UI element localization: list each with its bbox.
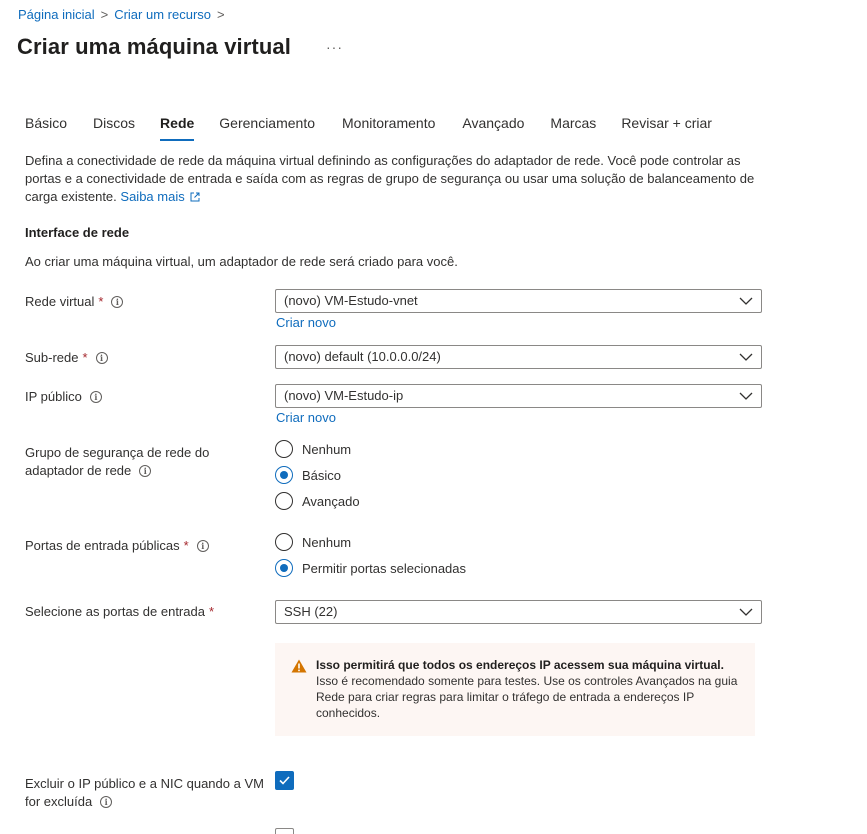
public-ip-create-new-link[interactable]: Criar novo — [276, 410, 336, 425]
public-ip-label: IP público i — [25, 388, 102, 406]
radio-button[interactable] — [275, 533, 293, 551]
chevron-down-icon — [739, 353, 753, 361]
tab-marcas[interactable]: Marcas — [550, 115, 596, 139]
public-ports-label: Portas de entrada públicas * i — [25, 537, 209, 555]
nsg-label: Grupo de segurança de rede do adaptador … — [25, 445, 210, 478]
radio-button[interactable] — [275, 440, 293, 458]
tab-basico[interactable]: Básico — [25, 115, 67, 139]
radio-button[interactable] — [275, 492, 293, 510]
warning-body: Isso é recomendado somente para testes. … — [316, 674, 738, 720]
tab-revisar-criar[interactable]: Revisar + criar — [621, 115, 712, 139]
breadcrumb: Página inicial > Criar um recurso > — [18, 7, 231, 22]
chevron-down-icon — [739, 297, 753, 305]
vnet-label: Rede virtual * i — [25, 293, 124, 311]
tab-description: Defina a conectividade de rede da máquin… — [25, 152, 765, 206]
nsg-option-basico[interactable]: Básico — [275, 466, 341, 484]
warning-message: Isso permitirá que todos os endereços IP… — [275, 643, 755, 736]
delete-ip-nic-checkbox[interactable] — [275, 771, 294, 790]
checkmark-icon — [279, 776, 290, 785]
tab-discos[interactable]: Discos — [93, 115, 135, 139]
public-ports-option-nenhum[interactable]: Nenhum — [275, 533, 351, 551]
section-description: Ao criar uma máquina virtual, um adaptad… — [25, 254, 458, 269]
public-ports-option-allow-selected[interactable]: Permitir portas selecionadas — [275, 559, 466, 577]
nsg-option-nenhum[interactable]: Nenhum — [275, 440, 351, 458]
info-icon[interactable]: i — [111, 296, 124, 308]
info-icon[interactable]: i — [139, 465, 152, 477]
vnet-dropdown[interactable]: (novo) VM-Estudo-vnet — [275, 289, 762, 313]
info-icon[interactable]: i — [196, 540, 209, 552]
tab-rede[interactable]: Rede — [160, 115, 195, 141]
info-icon[interactable]: i — [95, 352, 108, 364]
vnet-create-new-link[interactable]: Criar novo — [276, 315, 336, 330]
section-title: Interface de rede — [25, 225, 130, 240]
breadcrumb-home-link[interactable]: Página inicial — [18, 7, 95, 22]
learn-more-link[interactable]: Saiba mais — [120, 189, 200, 204]
subnet-label: Sub-rede * i — [25, 349, 108, 367]
inbound-ports-label: Selecione as portas de entrada * — [25, 604, 215, 619]
info-icon[interactable]: i — [100, 796, 113, 808]
tab-monitoramento[interactable]: Monitoramento — [342, 115, 435, 139]
breadcrumb-separator-icon: > — [100, 7, 109, 22]
next-option-checkbox[interactable] — [275, 828, 294, 834]
vnet-value: (novo) VM-Estudo-vnet — [284, 293, 418, 308]
external-link-icon — [190, 192, 200, 202]
tab-avancado[interactable]: Avançado — [462, 115, 524, 139]
inbound-ports-dropdown[interactable]: SSH (22) — [275, 600, 762, 624]
info-icon[interactable]: i — [89, 391, 102, 403]
warning-title: Isso permitirá que todos os endereços IP… — [316, 658, 724, 672]
tab-gerenciamento[interactable]: Gerenciamento — [219, 115, 315, 139]
breadcrumb-create-link[interactable]: Criar um recurso — [114, 7, 211, 22]
more-options-button[interactable]: ··· — [326, 39, 343, 55]
tab-bar: Básico Discos Rede Gerenciamento Monitor… — [25, 115, 712, 141]
public-ip-dropdown[interactable]: (novo) VM-Estudo-ip — [275, 384, 762, 408]
nsg-option-avancado[interactable]: Avançado — [275, 492, 360, 510]
inbound-ports-value: SSH (22) — [284, 604, 338, 619]
radio-button-selected[interactable] — [275, 559, 293, 577]
subnet-dropdown[interactable]: (novo) default (10.0.0.0/24) — [275, 345, 762, 369]
warning-icon — [291, 659, 307, 673]
breadcrumb-separator-icon: > — [217, 7, 225, 22]
chevron-down-icon — [739, 392, 753, 400]
subnet-value: (novo) default (10.0.0.0/24) — [284, 349, 441, 364]
chevron-down-icon — [739, 608, 753, 616]
radio-button-selected[interactable] — [275, 466, 293, 484]
public-ip-value: (novo) VM-Estudo-ip — [284, 388, 404, 403]
delete-ip-nic-label: Excluir o IP público e a NIC quando a VM… — [25, 776, 264, 809]
page-title: Criar uma máquina virtual — [17, 34, 291, 59]
